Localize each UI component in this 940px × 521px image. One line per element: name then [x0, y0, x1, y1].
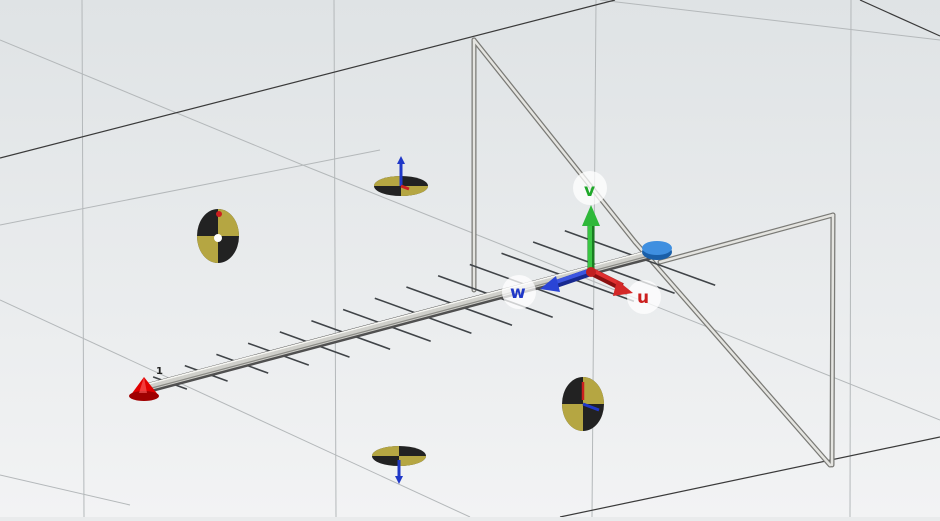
feed-end-cap[interactable]: [642, 241, 672, 260]
axes-origin: [586, 267, 596, 277]
3d-viewport[interactable]: 1 v w u: [0, 0, 940, 518]
probe-right[interactable]: [562, 377, 604, 431]
port-number-label: 1: [156, 366, 163, 377]
w-axis-label: w: [510, 283, 526, 303]
scene-canvas[interactable]: 1 v w u: [0, 0, 940, 518]
u-axis-label: u: [637, 288, 649, 308]
v-axis-label: v: [584, 181, 595, 201]
background: [0, 0, 940, 517]
probe-left[interactable]: [197, 209, 239, 263]
